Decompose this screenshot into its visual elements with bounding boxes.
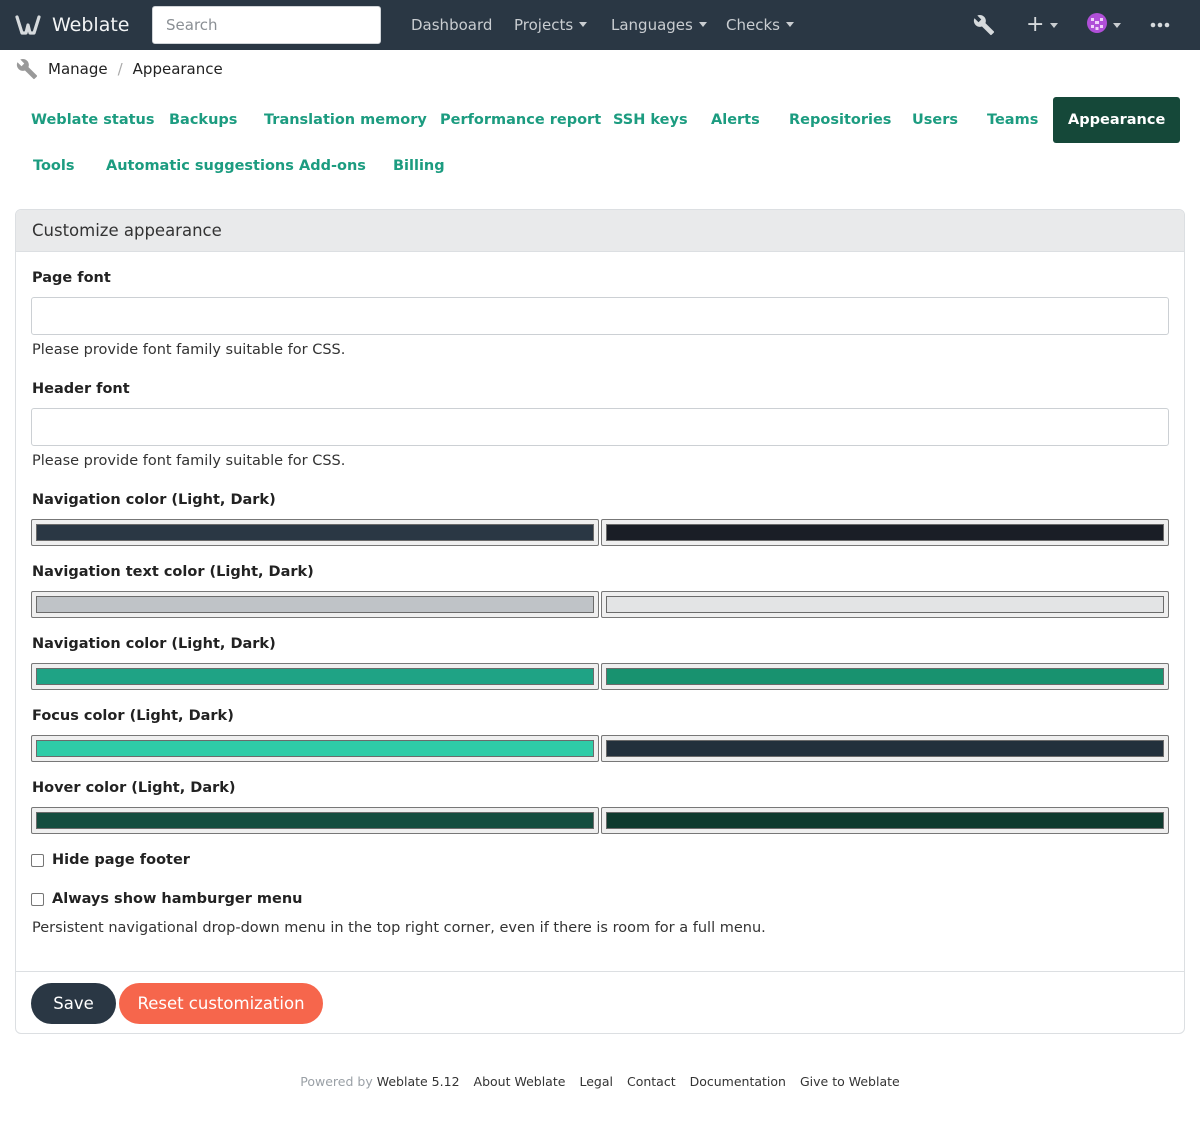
tab-ssh-keys[interactable]: SSH keys [598,97,703,143]
brand-link[interactable]: Weblate [14,11,129,39]
hover-color-light[interactable] [31,807,599,834]
nav-checks[interactable]: Checks [726,0,794,50]
nav-languages[interactable]: Languages [611,0,707,50]
nav-languages-label: Languages [611,16,693,34]
header-font-label: Header font [32,381,130,397]
chevron-down-icon [1050,22,1059,28]
wrench-icon[interactable] [973,13,995,37]
powered-by-text: Powered by [300,1074,373,1089]
nav-dashboard-label: Dashboard [411,16,493,34]
tab-backups[interactable]: Backups [154,97,252,143]
navigation-color-label: Navigation color (Light, Dark) [32,492,276,508]
hamburger-label[interactable]: Always show hamburger menu [52,891,303,907]
focus-color-dark-swatch [606,740,1164,757]
weblate-logo-icon [14,11,42,39]
page-font-label: Page font [32,270,111,286]
navigation-text-color-dark[interactable] [601,591,1169,618]
more-icon[interactable] [1150,13,1170,37]
focus-color-pair [31,735,1169,762]
header-font-help: Please provide font family suitable for … [32,453,346,469]
hover-color-pair [31,807,1169,834]
hover-color-dark[interactable] [601,807,1169,834]
customize-appearance-panel: Customize appearance Page font Please pr… [15,209,1185,1034]
tab-translation-memory[interactable]: Translation memory [249,97,442,143]
focus-color-label: Focus color (Light, Dark) [32,708,234,724]
tab-teams[interactable]: Teams [972,97,1053,143]
nav-checks-label: Checks [726,16,780,34]
navigation-color-light-swatch [36,524,594,541]
user-menu[interactable] [1087,13,1121,37]
primary-color-label: Navigation color (Light, Dark) [32,636,276,652]
tab-repositories[interactable]: Repositories [774,97,906,143]
hover-color-light-swatch [36,812,594,829]
tab-users[interactable]: Users [897,97,973,143]
page-font-input[interactable] [31,297,1169,335]
navigation-text-color-light[interactable] [31,591,599,618]
breadcrumb-manage[interactable]: Manage [48,60,108,78]
breadcrumb-current: Appearance [132,60,223,78]
tab-automatic-suggestions[interactable]: Automatic suggestions [91,143,309,189]
tab-billing[interactable]: Billing [378,143,460,189]
hide-footer-checkbox[interactable] [31,853,44,867]
breadcrumb: Manage / Appearance [16,56,223,82]
chevron-down-icon [698,22,707,27]
search-input[interactable] [152,6,381,44]
nav-projects[interactable]: Projects [514,0,588,50]
tab-weblate-status[interactable]: Weblate status [16,97,170,143]
focus-color-light-swatch [36,740,594,757]
tab-add-ons[interactable]: Add-ons [284,143,381,189]
navigation-color-pair [31,519,1169,546]
panel-footer-divider [16,971,1184,972]
navigation-text-color-pair [31,591,1169,618]
top-navbar: Weblate Dashboard Projects Languages Che… [0,0,1200,50]
navigation-text-color-label: Navigation text color (Light, Dark) [32,564,314,580]
reset-customization-button[interactable]: Reset customization [119,983,323,1024]
primary-color-pair [31,663,1169,690]
footer-legal-link[interactable]: Legal [579,1074,613,1092]
nav-projects-label: Projects [514,16,574,34]
wrench-icon [16,58,38,80]
tab-appearance[interactable]: Appearance [1053,97,1181,143]
primary-color-dark[interactable] [601,663,1169,690]
navigation-text-color-light-swatch [36,596,594,613]
navigation-color-light[interactable] [31,519,599,546]
tab-tools[interactable]: Tools [18,143,90,189]
hide-footer-row: Hide page footer [31,852,190,868]
avatar [1087,13,1107,37]
footer-documentation-link[interactable]: Documentation [690,1074,786,1092]
hover-color-dark-swatch [606,812,1164,829]
primary-color-light-swatch [36,668,594,685]
tab-alerts[interactable]: Alerts [696,97,775,143]
navigation-color-dark-swatch [606,524,1164,541]
focus-color-dark[interactable] [601,735,1169,762]
page-footer: Powered by Weblate 5.12 About Weblate Le… [0,1074,1200,1092]
page-font-help: Please provide font family suitable for … [32,342,346,358]
hide-footer-label[interactable]: Hide page footer [52,852,190,868]
breadcrumb-separator: / [117,60,123,78]
save-button[interactable]: Save [31,983,116,1024]
focus-color-light[interactable] [31,735,599,762]
navigation-text-color-dark-swatch [606,596,1164,613]
hover-color-label: Hover color (Light, Dark) [32,780,236,796]
header-font-input[interactable] [31,408,1169,446]
chevron-down-icon [785,22,794,27]
hamburger-help: Persistent navigational drop-down menu i… [32,920,766,936]
hamburger-row: Always show hamburger menu [31,891,303,907]
footer-donate-link[interactable]: Give to Weblate [800,1074,900,1092]
nav-dashboard[interactable]: Dashboard [411,0,492,50]
tab-performance-report[interactable]: Performance report [425,97,616,143]
primary-color-light[interactable] [31,663,599,690]
primary-color-dark-swatch [606,668,1164,685]
chevron-down-icon [1113,22,1121,28]
panel-title: Customize appearance [16,210,1184,252]
footer-contact-link[interactable]: Contact [627,1074,676,1092]
navigation-color-dark[interactable] [601,519,1169,546]
brand-name: Weblate [52,14,130,36]
footer-about-link[interactable]: About Weblate [474,1074,566,1092]
plus-icon: + [1026,12,1045,37]
add-menu[interactable]: + [1026,12,1059,37]
hamburger-checkbox[interactable] [31,892,44,906]
chevron-down-icon [579,22,588,27]
footer-version-link[interactable]: Weblate 5.12 [377,1074,460,1092]
